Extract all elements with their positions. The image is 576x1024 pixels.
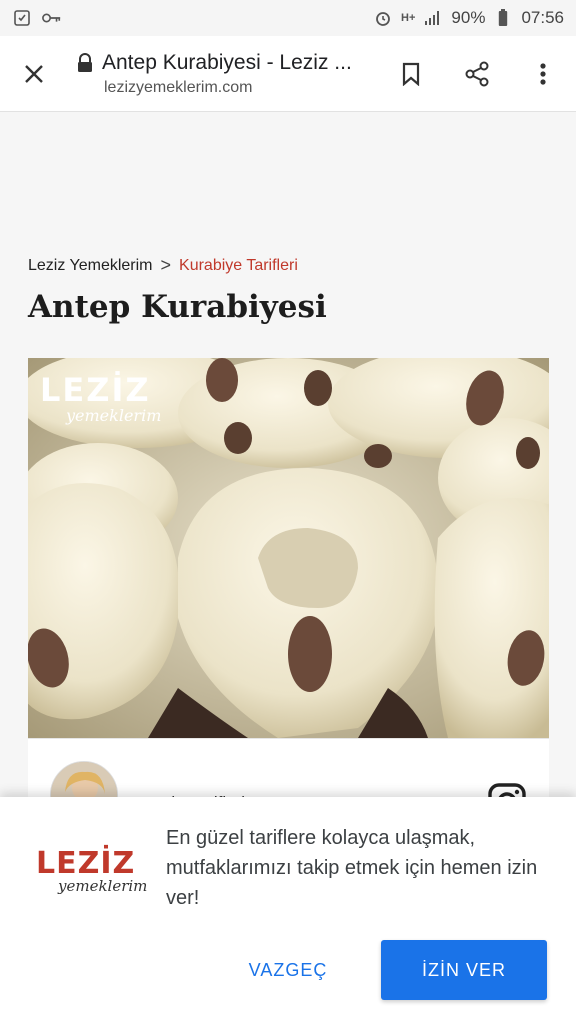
breadcrumb-category-link[interactable]: Kurabiye Tarifleri — [179, 257, 298, 275]
share-icon — [465, 61, 489, 86]
site-logo: LEZİZ yemeklerim — [36, 846, 147, 896]
breadcrumb-separator: > — [160, 255, 172, 275]
site-logo-text: LEZİZ — [36, 846, 136, 881]
lock-icon — [78, 52, 92, 72]
status-bar: H+ 90% 07:56 — [0, 0, 576, 36]
more-vert-icon — [540, 62, 546, 85]
bookmark-icon — [402, 62, 420, 86]
recipe-photo[interactable]: LEZİZ yemeklerim — [28, 358, 549, 738]
close-icon — [25, 64, 43, 83]
breadcrumb-home-link[interactable]: Leziz Yemeklerim — [28, 257, 153, 275]
bookmark-button[interactable] — [378, 36, 444, 112]
page-content: Leziz Yemeklerim > Kurabiye Tarifleri An… — [0, 112, 576, 829]
close-button[interactable] — [0, 36, 68, 112]
notification-permission-prompt: LEZİZ yemeklerim En güzel tariflere kola… — [0, 797, 576, 1024]
clock: 07:56 — [521, 8, 564, 27]
page-title: Antep Kurabiyesi — [28, 289, 327, 325]
photo-logo-text: LEZİZ — [40, 371, 151, 409]
share-button[interactable] — [444, 36, 510, 112]
cancel-button[interactable]: VAZGEÇ — [232, 940, 344, 1000]
battery-icon — [493, 8, 513, 28]
page-domain: lezizyemeklerim.com — [104, 78, 253, 96]
battery-percent: 90% — [451, 8, 486, 27]
url-block[interactable]: Antep Kurabiyesi - Leziz ... lezizyemekl… — [68, 51, 378, 97]
more-options-button[interactable] — [510, 36, 576, 112]
page-tab-title: Antep Kurabiyesi - Leziz ... — [102, 50, 352, 74]
key-icon — [42, 8, 62, 28]
allow-button[interactable]: İZİN VER — [381, 940, 547, 1000]
signal-icon — [423, 8, 443, 28]
screenshot-icon — [12, 8, 32, 28]
breadcrumb: Leziz Yemeklerim > Kurabiye Tarifleri — [28, 255, 298, 276]
prompt-message: En güzel tariflere kolayca ulaşmak, mutf… — [166, 827, 538, 909]
network-type: H+ — [401, 12, 416, 24]
alarm-icon — [373, 8, 393, 28]
browser-toolbar: Antep Kurabiyesi - Leziz ... lezizyemekl… — [0, 36, 576, 112]
photo-watermark-logo: LEZİZ yemeklerim — [40, 374, 161, 425]
